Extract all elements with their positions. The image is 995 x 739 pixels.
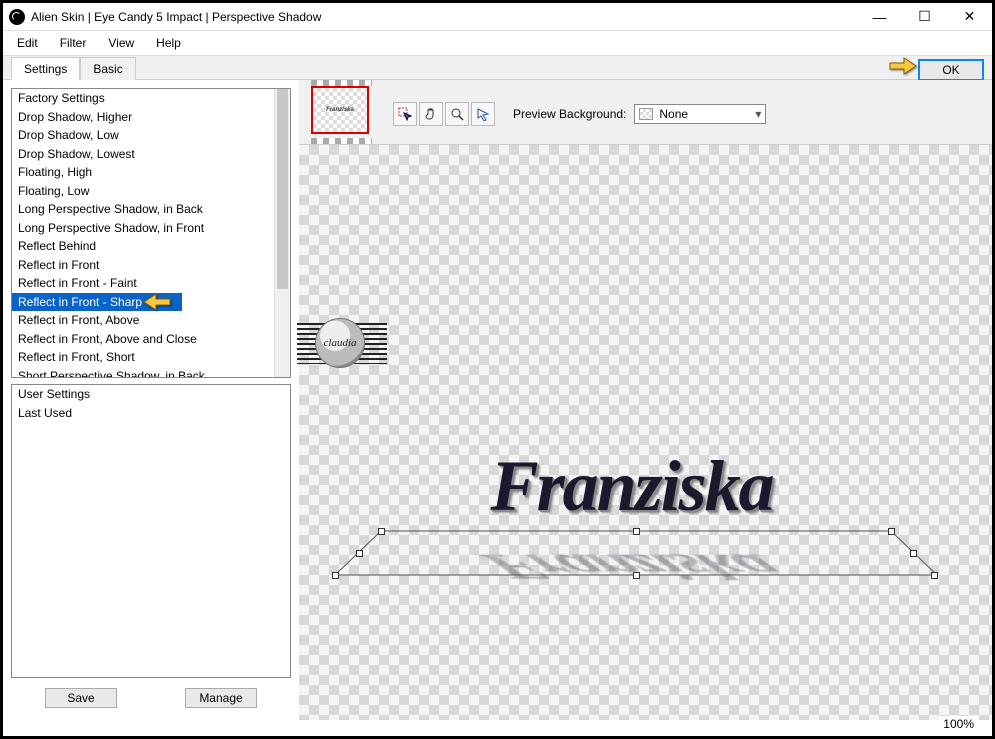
left-buttons: Save Manage (11, 684, 291, 712)
ok-button[interactable]: OK (918, 59, 984, 81)
menu-view[interactable]: View (104, 34, 138, 52)
preset-item[interactable]: Drop Shadow, Low (12, 126, 290, 145)
preset-item[interactable]: Reflect in Front - Faint (12, 274, 290, 293)
preview-bg-label: Preview Background: (513, 107, 626, 121)
scrollbar[interactable] (274, 89, 290, 377)
titlebar: Alien Skin | Eye Candy 5 Impact | Perspe… (3, 3, 992, 31)
watermark-stamp: claudia (297, 313, 387, 373)
transform-handle[interactable] (633, 572, 640, 579)
maximize-button[interactable]: ☐ (902, 3, 947, 31)
user-preset-item[interactable]: Last Used (12, 404, 290, 423)
menu-edit[interactable]: Edit (13, 34, 42, 52)
transform-handle[interactable] (332, 572, 339, 579)
preview-text: Franziska (491, 445, 773, 528)
hand-tool-icon[interactable] (419, 102, 443, 126)
transform-handle[interactable] (633, 528, 640, 535)
preset-item[interactable]: Reflect in Front, Above (12, 311, 290, 330)
transparency-swatch-icon (639, 108, 653, 120)
menu-filter[interactable]: Filter (56, 34, 91, 52)
thumbnail-selected[interactable]: Franziska (311, 86, 369, 134)
preset-item[interactable]: Floating, High (12, 163, 290, 182)
thumbnail-label: Franziska (326, 107, 354, 113)
menubar: Edit Filter View Help (3, 31, 992, 56)
zoom-tool-icon[interactable] (445, 102, 469, 126)
transform-handle[interactable] (356, 550, 363, 557)
preset-item[interactable]: Drop Shadow, Lowest (12, 145, 290, 164)
arrow-tool-icon[interactable] (471, 102, 495, 126)
preset-item[interactable]: Reflect in Front, Above and Close (12, 330, 290, 349)
preview-bg-dropdown[interactable]: None (634, 104, 766, 124)
preview-bg-value: None (659, 107, 688, 121)
preset-item[interactable]: Reflect in Front (12, 256, 290, 275)
preset-item-selected[interactable]: Reflect in Front - Sharp (12, 293, 182, 312)
tab-settings[interactable]: Settings (11, 57, 80, 80)
zoom-level[interactable]: 100% (939, 716, 978, 732)
watermark-label: claudia (324, 337, 357, 349)
factory-header: Factory Settings (12, 89, 290, 108)
manage-button[interactable]: Manage (185, 688, 257, 708)
user-header: User Settings (12, 385, 290, 404)
minimize-button[interactable]: — (857, 3, 902, 31)
preview-toolbar: Preview Background: None (393, 102, 766, 126)
transform-handle[interactable] (910, 550, 917, 557)
save-button[interactable]: Save (45, 688, 117, 708)
tab-strip: Settings Basic OK Cancel (3, 56, 992, 80)
transform-handle[interactable] (378, 528, 385, 535)
thumbnail-strip[interactable]: Franziska (307, 80, 382, 144)
transform-handle[interactable] (931, 572, 938, 579)
left-pane: Factory Settings Drop Shadow, Higher Dro… (3, 80, 299, 720)
menu-help[interactable]: Help (152, 34, 185, 52)
transform-bbox[interactable] (335, 529, 937, 577)
close-button[interactable]: ✕ (947, 3, 992, 31)
preset-item[interactable]: Long Perspective Shadow, in Front (12, 219, 290, 238)
preset-item[interactable]: Drop Shadow, Higher (12, 108, 290, 127)
preview-canvas[interactable]: Franziska Franziska (299, 144, 992, 720)
content-area: Factory Settings Drop Shadow, Higher Dro… (3, 80, 992, 720)
preset-item[interactable]: Reflect Behind (12, 237, 290, 256)
preset-item[interactable]: Reflect in Front, Short (12, 348, 290, 367)
transform-handle[interactable] (888, 528, 895, 535)
user-settings-list[interactable]: User Settings Last Used (11, 384, 291, 678)
preset-item[interactable]: Floating, Low (12, 182, 290, 201)
preset-item[interactable]: Short Perspective Shadow, in Back (12, 367, 290, 379)
factory-settings-list[interactable]: Factory Settings Drop Shadow, Higher Dro… (11, 88, 291, 378)
selection-tool-icon[interactable] (393, 102, 417, 126)
window-title: Alien Skin | Eye Candy 5 Impact | Perspe… (31, 10, 857, 24)
right-pane: Franziska Preview Background: None F (299, 80, 992, 720)
app-icon (9, 9, 25, 25)
preset-item[interactable]: Long Perspective Shadow, in Back (12, 200, 290, 219)
tab-basic[interactable]: Basic (80, 57, 135, 80)
pointer-annotation-ok (888, 55, 918, 80)
